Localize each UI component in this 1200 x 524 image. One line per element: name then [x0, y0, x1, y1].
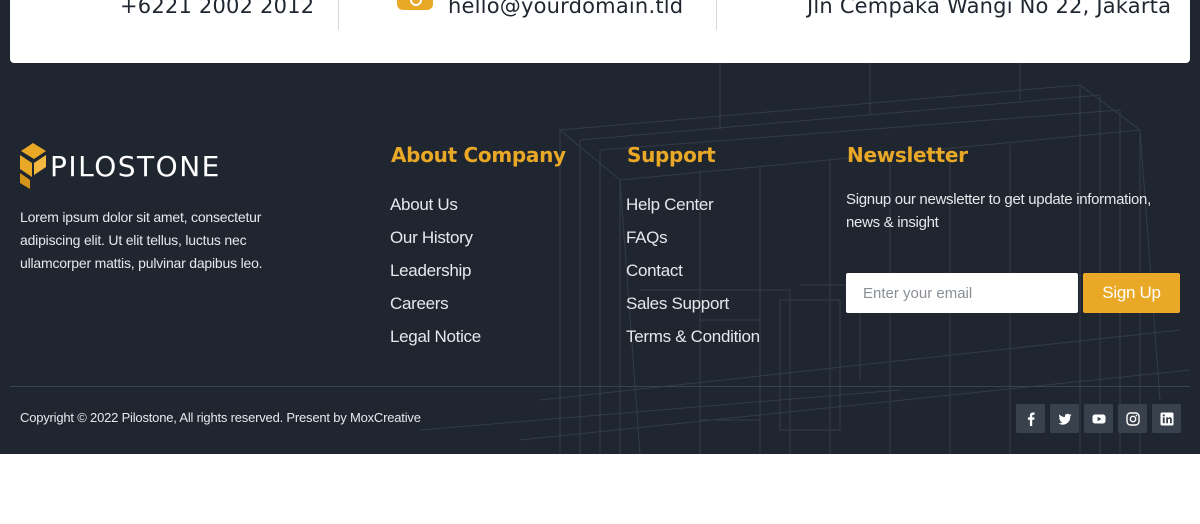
brand-name: PILOSTONE: [50, 149, 221, 183]
link-faqs[interactable]: FAQs: [626, 221, 760, 254]
newsletter-heading: Newsletter: [847, 143, 968, 167]
twitter-icon[interactable]: [1050, 404, 1079, 433]
email-icon: [397, 0, 433, 10]
contact-info-bar: +6221 2002 2012 hello@yourdomain.tld Jln…: [10, 0, 1190, 63]
link-contact[interactable]: Contact: [626, 254, 760, 287]
linkedin-icon[interactable]: [1152, 404, 1181, 433]
link-our-history[interactable]: Our History: [390, 221, 481, 254]
link-careers[interactable]: Careers: [390, 287, 481, 320]
site-footer: PILOSTONE Lorem ipsum dolor sit amet, co…: [0, 0, 1200, 454]
about-company-links: About Us Our History Leadership Careers …: [390, 188, 481, 353]
instagram-icon[interactable]: [1118, 404, 1147, 433]
footer-divider: [10, 386, 1190, 387]
contact-phone[interactable]: +6221 2002 2012: [120, 0, 314, 18]
youtube-icon[interactable]: [1084, 404, 1113, 433]
brand-description: Lorem ipsum dolor sit amet, consectetur …: [20, 209, 263, 271]
pilostone-logo[interactable]: PILOSTONE: [20, 143, 221, 189]
social-links: [1016, 404, 1181, 433]
link-leadership[interactable]: Leadership: [390, 254, 481, 287]
sign-up-button[interactable]: Sign Up: [1083, 273, 1180, 313]
link-terms-condition[interactable]: Terms & Condition: [626, 320, 760, 353]
copyright-text: Copyright © 2022 Pilostone, All rights r…: [20, 410, 421, 425]
link-legal-notice[interactable]: Legal Notice: [390, 320, 481, 353]
newsletter-description: Signup our newsletter to get update info…: [846, 191, 1151, 231]
contact-email[interactable]: hello@yourdomain.tld: [448, 0, 683, 18]
logo-mark-icon: [20, 143, 46, 189]
support-links: Help Center FAQs Contact Sales Support T…: [626, 188, 760, 353]
link-sales-support[interactable]: Sales Support: [626, 287, 760, 320]
facebook-icon[interactable]: [1016, 404, 1045, 433]
contact-divider: [716, 0, 717, 30]
about-company-heading: About Company: [391, 143, 566, 167]
support-heading: Support: [627, 143, 716, 167]
newsletter-email-input[interactable]: [846, 273, 1078, 313]
link-about-us[interactable]: About Us: [390, 188, 481, 221]
contact-divider: [338, 0, 339, 30]
contact-address: Jln Cempaka Wangi No 22, Jakarta: [807, 0, 1172, 18]
link-help-center[interactable]: Help Center: [626, 188, 760, 221]
